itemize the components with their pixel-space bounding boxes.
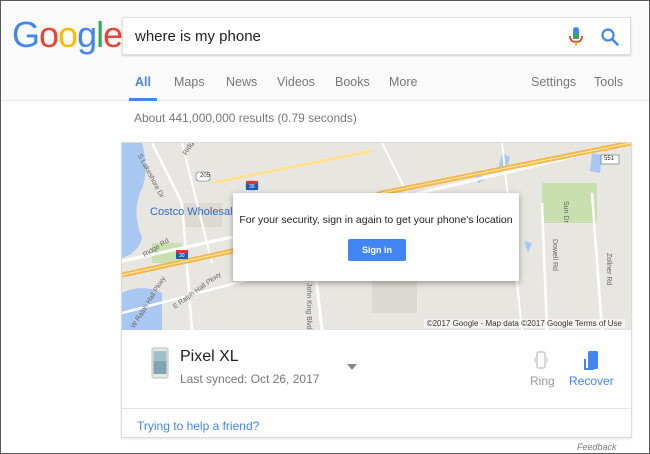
map-credit[interactable]: ©2017 Google - Map data ©2017 Google Ter… bbox=[423, 319, 625, 328]
search-input[interactable]: where is my phone bbox=[135, 28, 261, 45]
tab-more[interactable]: More bbox=[389, 73, 417, 101]
chevron-down-icon[interactable] bbox=[347, 364, 357, 370]
route-shield-label: 30 bbox=[249, 184, 255, 190]
route-shield-label: 551 bbox=[604, 156, 615, 162]
logo-letter: o bbox=[58, 14, 78, 55]
logo-letter: e bbox=[103, 14, 123, 55]
ring-icon[interactable] bbox=[534, 350, 548, 370]
search-box[interactable]: where is my phone bbox=[122, 17, 631, 55]
signin-message: For your security, sign in again to get … bbox=[239, 214, 513, 226]
map-road-label: Zollner Rd bbox=[605, 253, 612, 286]
tab-tools[interactable]: Tools bbox=[594, 73, 623, 101]
search-icon[interactable] bbox=[600, 27, 620, 47]
device-name: Pixel XL bbox=[180, 348, 239, 365]
google-logo[interactable]: Google bbox=[12, 14, 123, 56]
map-road-label: Dowell Rd bbox=[551, 239, 558, 271]
map-road-label: John King Blvd bbox=[305, 283, 312, 330]
recover-icon[interactable] bbox=[584, 349, 600, 371]
logo-letter: g bbox=[77, 14, 97, 55]
device-row: Pixel XL Last synced: Oct 26, 2017 Ring … bbox=[122, 331, 631, 409]
signin-dialog: For your security, sign in again to get … bbox=[233, 193, 519, 281]
tab-settings[interactable]: Settings bbox=[531, 73, 576, 101]
tab-maps[interactable]: Maps bbox=[174, 73, 205, 101]
signin-button[interactable]: Sign in bbox=[348, 239, 406, 261]
logo-letter: o bbox=[39, 14, 59, 55]
feedback-link[interactable]: Feedback bbox=[577, 442, 617, 452]
route-shield-label: 205 bbox=[200, 173, 211, 179]
route-shield-label: 30 bbox=[179, 253, 185, 259]
logo-letter: G bbox=[12, 14, 40, 55]
search-tabs: All Maps News Videos Books More Settings… bbox=[1, 73, 649, 101]
mic-icon[interactable] bbox=[567, 26, 585, 48]
map-place-label[interactable]: Costco Wholesale bbox=[150, 206, 239, 218]
map-road-label: Sun Dr bbox=[562, 201, 569, 223]
tab-news[interactable]: News bbox=[226, 73, 257, 101]
ring-label[interactable]: Ring bbox=[530, 374, 555, 388]
device-last-synced: Last synced: Oct 26, 2017 bbox=[180, 372, 320, 386]
phone-icon bbox=[151, 347, 169, 379]
logo-letter: l bbox=[96, 14, 104, 55]
recover-label[interactable]: Recover bbox=[569, 374, 614, 388]
tab-videos[interactable]: Videos bbox=[277, 73, 315, 101]
tab-books[interactable]: Books bbox=[335, 73, 370, 101]
header: Google where is my phone All Maps News V… bbox=[1, 1, 649, 101]
help-friend-link[interactable]: Trying to help a friend? bbox=[137, 419, 259, 433]
result-stats: About 441,000,000 results (0.79 seconds) bbox=[134, 111, 357, 125]
tab-all[interactable]: All bbox=[129, 73, 157, 101]
find-my-phone-card: S Lakeshore Dr Ridge Rd Ridge Rd W Ralph… bbox=[121, 142, 632, 438]
map[interactable]: S Lakeshore Dr Ridge Rd Ridge Rd W Ralph… bbox=[122, 143, 631, 330]
